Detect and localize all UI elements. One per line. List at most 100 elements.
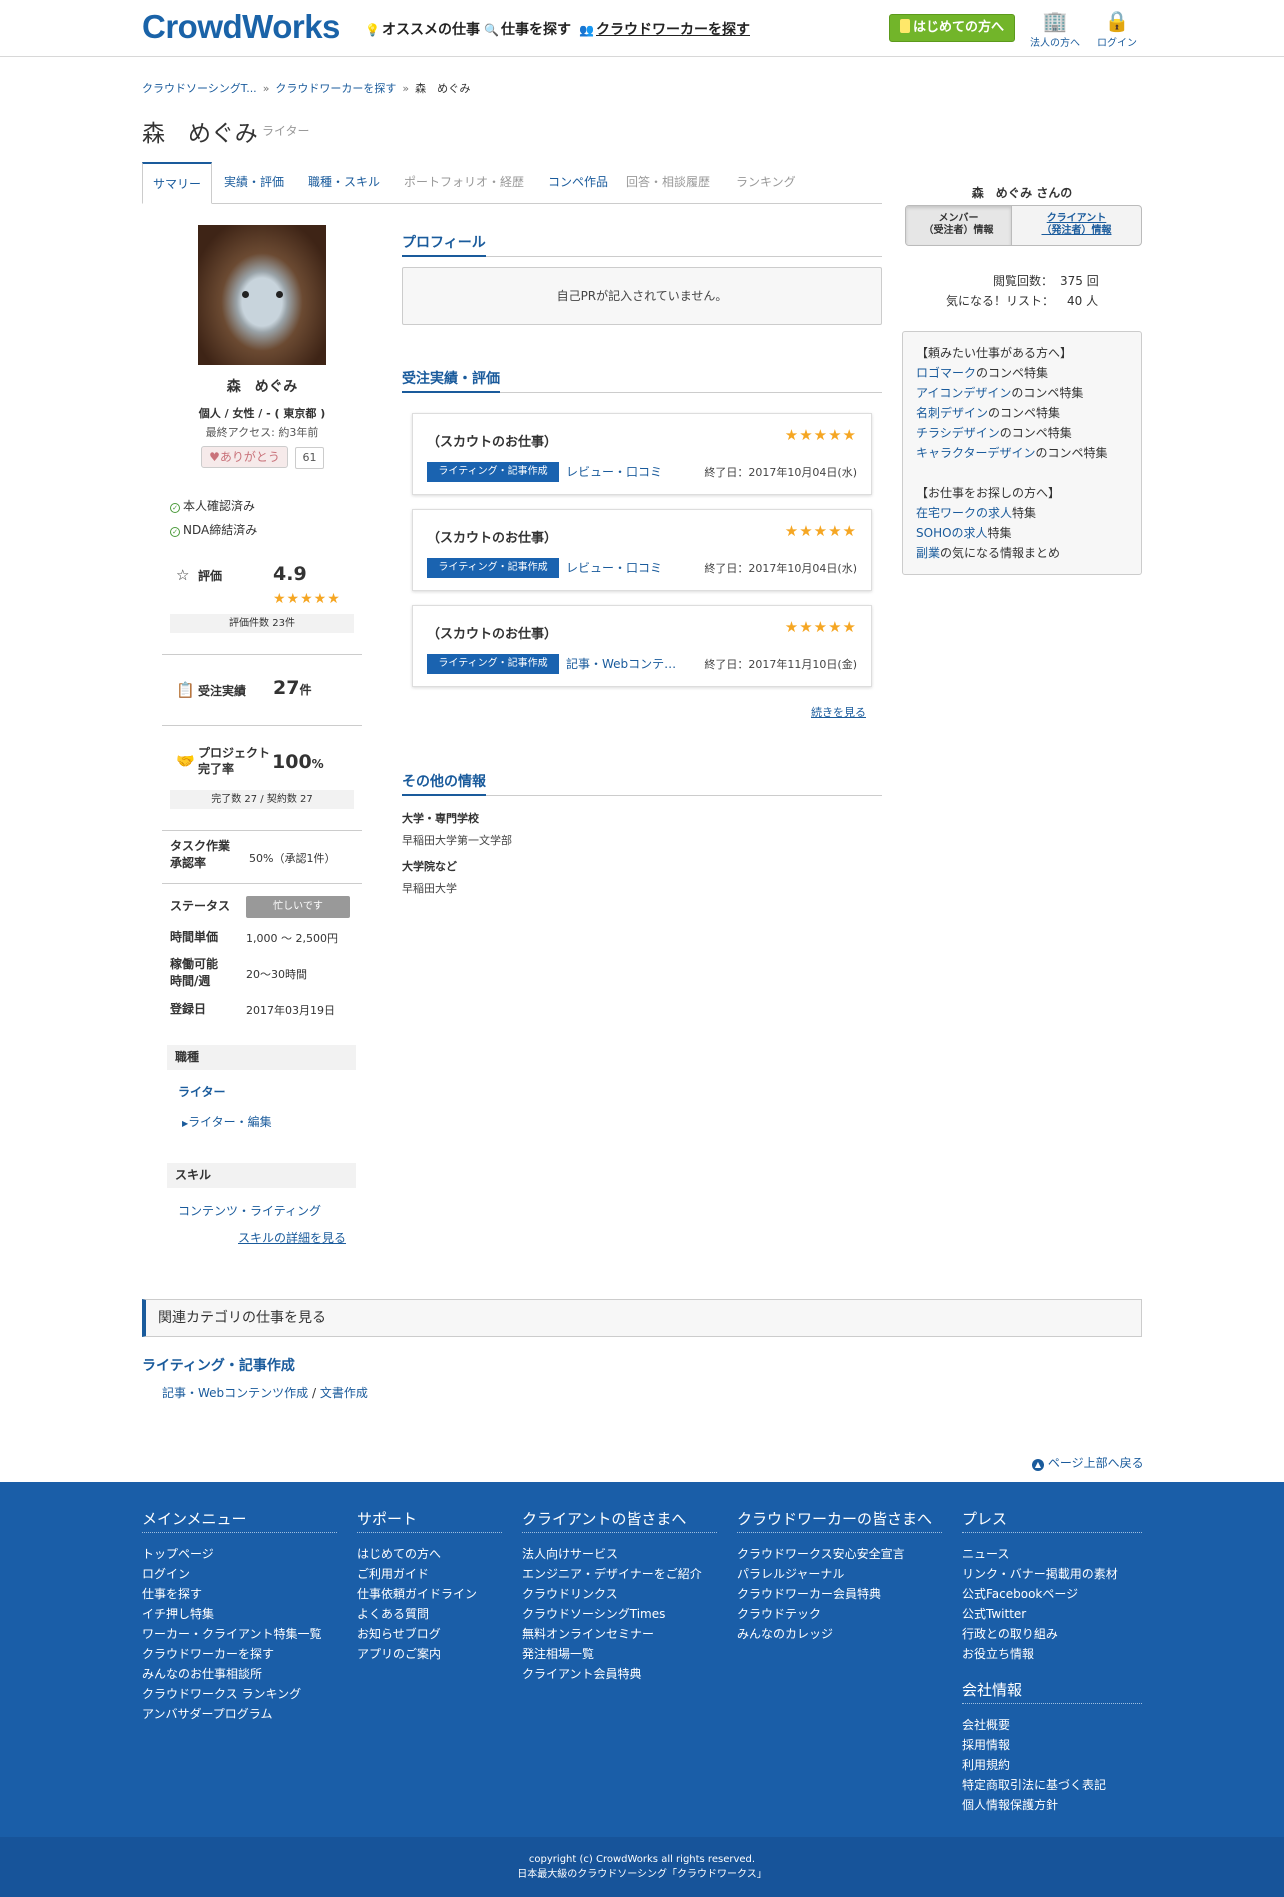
nav-search-jobs[interactable]: 🔍 仕事を探す: [484, 19, 571, 39]
footer-heading: 会社情報: [962, 1679, 1142, 1704]
status-label: ステータス: [170, 899, 231, 913]
job-rating-stars: ★★★★★: [784, 522, 857, 540]
job-category-badge[interactable]: ライティング・記事作成: [427, 462, 559, 482]
footer-link[interactable]: みんなのカレッジ: [737, 1624, 942, 1644]
footer-link[interactable]: クラウドワークス安心安全宣言: [737, 1544, 942, 1564]
footer-link[interactable]: 会社概要: [962, 1715, 1142, 1735]
feature-side-job-link[interactable]: 副業の気になる情報まとめ: [916, 543, 1141, 563]
tab-answers: 回答・相談履歴: [626, 175, 711, 189]
footer-link[interactable]: クラウドテック: [737, 1604, 942, 1624]
footer-link[interactable]: クラウドリンクス: [522, 1584, 717, 1604]
see-more-link[interactable]: 続きを見る: [811, 704, 866, 720]
footer-link[interactable]: 個人情報保護方針: [962, 1795, 1142, 1815]
footer-link[interactable]: アンバサダープログラム: [142, 1704, 337, 1724]
feature-icon-design-link[interactable]: アイコンデザインのコンペ特集: [916, 383, 1141, 403]
feature-soho-link[interactable]: SOHOの求人特集: [916, 523, 1141, 543]
page-subtitle-occupation: ライター: [262, 124, 310, 138]
thanks-count: 61: [295, 447, 324, 469]
member-info-tab[interactable]: メンバー （受注者）情報: [906, 206, 1012, 245]
footer-link[interactable]: クラウドワークス ランキング: [142, 1684, 337, 1704]
client-info-tab[interactable]: クライアント （発注者）情報: [1012, 206, 1141, 245]
job-category-badge[interactable]: ライティング・記事作成: [427, 558, 559, 578]
footer-link[interactable]: 仕事依頼ガイドライン: [357, 1584, 502, 1604]
first-time-button[interactable]: はじめての方へ: [889, 14, 1015, 42]
related-web-content-link[interactable]: 記事・Webコンテンツ作成: [162, 1386, 308, 1400]
footer-link[interactable]: 利用規約: [962, 1755, 1142, 1775]
footer-link[interactable]: 発注相場一覧: [522, 1644, 717, 1664]
job-card[interactable]: （スカウトのお仕事） ★★★★★ ライティング・記事作成 レビュー・口コミ 終了…: [412, 509, 872, 591]
feature-flyer-link[interactable]: チラシデザインのコンペ特集: [916, 423, 1141, 443]
footer-link[interactable]: 公式Twitter: [962, 1604, 1142, 1624]
footer-link[interactable]: お役立ち情報: [962, 1644, 1142, 1664]
footer-heading: サポート: [357, 1508, 502, 1533]
skill-content-writing-link[interactable]: コンテンツ・ライティング: [178, 1202, 321, 1219]
footer-link[interactable]: 採用情報: [962, 1735, 1142, 1755]
job-card[interactable]: （スカウトのお仕事） ★★★★★ ライティング・記事作成 レビュー・口コミ 終了…: [412, 413, 872, 495]
footer-link[interactable]: はじめての方へ: [357, 1544, 502, 1564]
footer-link[interactable]: 公式Facebookページ: [962, 1584, 1142, 1604]
feature-business-card-link[interactable]: 名刺デザインのコンペ特集: [916, 403, 1141, 423]
footer-link[interactable]: クラウドソーシングTimes: [522, 1604, 717, 1624]
footer-link[interactable]: ワーカー・クライアント特集一覧: [142, 1624, 337, 1644]
job-card[interactable]: （スカウトのお仕事） ★★★★★ ライティング・記事作成 記事・Webコンテンツ…: [412, 605, 872, 687]
job-title: （スカウトのお仕事）: [427, 435, 558, 450]
nav-find-workers[interactable]: 👥 クラウドワーカーを探す: [579, 19, 750, 39]
job-subcategory-link[interactable]: 記事・Webコンテンツ作成: [566, 655, 681, 672]
footer-link[interactable]: ご利用ガイド: [357, 1564, 502, 1584]
footer-link[interactable]: エンジニア・デザイナーをご紹介: [522, 1564, 717, 1584]
corporate-link[interactable]: 🏢 法人の方へ: [1025, 8, 1085, 49]
registered-date-label: 登録日: [170, 1002, 207, 1016]
footer-link[interactable]: リンク・バナー掲載用の素材: [962, 1564, 1142, 1584]
tab-competition[interactable]: コンペ作品: [538, 162, 618, 204]
footer-link[interactable]: 特定商取引法に基づく表記: [962, 1775, 1142, 1795]
feature-heading-workers: 【お仕事をお探しの方へ】: [916, 486, 1061, 500]
footer-link[interactable]: 行政との取り組み: [962, 1624, 1142, 1644]
breadcrumb-item-crowdsourcing[interactable]: クラウドソーシングT...: [142, 82, 257, 95]
footer-link[interactable]: よくある質問: [357, 1604, 502, 1624]
footer-link[interactable]: クラウドワーカーを探す: [142, 1644, 337, 1664]
related-category-link[interactable]: ライティング・記事作成: [142, 1355, 295, 1375]
skill-details-link[interactable]: スキルの詳細を見る: [238, 1229, 346, 1246]
footer-link[interactable]: 仕事を探す: [142, 1584, 337, 1604]
feature-home-work-link[interactable]: 在宅ワークの求人特集: [916, 503, 1141, 523]
crowdworks-logo[interactable]: CrowdWorks: [142, 8, 340, 46]
footer-link[interactable]: パラレルジャーナル: [737, 1564, 942, 1584]
hourly-rate-label: 時間単価: [170, 930, 219, 944]
feature-logo-link[interactable]: ロゴマークのコンペ特集: [916, 363, 1141, 383]
footer-link[interactable]: イチ押し特集: [142, 1604, 337, 1624]
related-document-link[interactable]: 文書作成: [320, 1386, 368, 1400]
job-category-badge[interactable]: ライティング・記事作成: [427, 654, 559, 674]
task-approval-label: タスク作業 承認率: [170, 839, 231, 870]
job-subcategory-link[interactable]: レビュー・口コミ: [566, 559, 681, 576]
nav-recommended-jobs[interactable]: 💡 オススメの仕事: [365, 19, 480, 39]
feature-character-link[interactable]: キャラクターデザインのコンペ特集: [916, 443, 1141, 463]
footer-link[interactable]: アプリのご案内: [357, 1644, 502, 1664]
footer-copyright: copyright (c) CrowdWorks all rights rese…: [0, 1837, 1284, 1897]
footer-link[interactable]: ログイン: [142, 1564, 337, 1584]
hourly-rate-value: 1,000 ～ 2,500円: [246, 932, 338, 945]
view-count-value: 375 回: [1060, 274, 1099, 288]
breadcrumb-item-find-workers[interactable]: クラウドワーカーを探す: [275, 82, 396, 95]
job-end-date: 終了日：2017年10月04日(水): [704, 562, 857, 575]
rating-stars: ★★★★★: [273, 591, 341, 607]
rating-label: ☆ 評価: [176, 566, 223, 584]
footer-link[interactable]: トップページ: [142, 1544, 337, 1564]
occupation-writer-link[interactable]: ライター: [178, 1083, 226, 1100]
footer-link[interactable]: みんなのお仕事相談所: [142, 1664, 337, 1684]
job-subcategory-link[interactable]: レビュー・口コミ: [566, 463, 681, 480]
worker-name: 森 めぐみ: [226, 379, 298, 395]
footer-link[interactable]: お知らせブログ: [357, 1624, 502, 1644]
footer-link[interactable]: クライアント会員特典: [522, 1664, 717, 1684]
footer-link[interactable]: 法人向けサービス: [522, 1544, 717, 1564]
tab-summary[interactable]: サマリー: [142, 162, 213, 204]
tab-results[interactable]: 実績・評価: [214, 162, 294, 204]
back-to-top-link[interactable]: ▲ ページ上部へ戻る: [1032, 1454, 1144, 1471]
profile-tabs: サマリー 実績・評価 職種・スキル ポートフォリオ・経歴 コンペ作品 回答・相談…: [142, 162, 882, 204]
login-link[interactable]: 🔒 ログイン: [1087, 8, 1147, 49]
footer-link[interactable]: クラウドワーカー会員特典: [737, 1584, 942, 1604]
thanks-button[interactable]: ♥ありがとう: [201, 446, 288, 468]
footer-link[interactable]: ニュース: [962, 1544, 1142, 1564]
footer-link[interactable]: 無料オンラインセミナー: [522, 1624, 717, 1644]
tab-skills[interactable]: 職種・スキル: [298, 162, 390, 204]
occupation-writer-editor-link[interactable]: ▶ライター・編集: [182, 1113, 272, 1130]
